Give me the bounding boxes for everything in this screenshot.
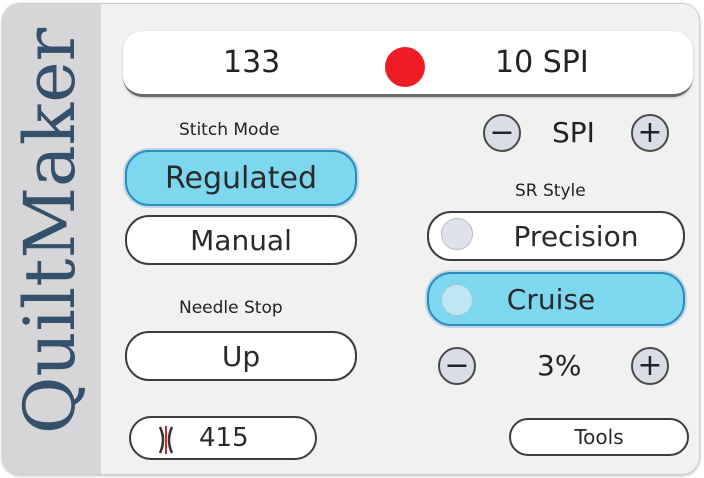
- spi-decrease-button[interactable]: −: [483, 114, 521, 152]
- sr-style-label: SR Style: [515, 181, 586, 201]
- percent-decrease-button[interactable]: −: [438, 347, 476, 385]
- plus-icon: +: [637, 348, 663, 383]
- spi-label: SPI: [552, 116, 595, 149]
- plus-icon: +: [637, 115, 663, 150]
- needle-icon: [158, 426, 174, 454]
- precision-label: Precision: [513, 219, 639, 253]
- needle-counter-value: 415: [199, 423, 249, 453]
- status-indicator-dot: [385, 47, 425, 87]
- cruise-button[interactable]: Cruise: [427, 272, 685, 326]
- needle-counter[interactable]: 415: [129, 416, 317, 460]
- minus-icon: −: [444, 348, 470, 383]
- percent-value: 3%: [537, 349, 582, 382]
- needle-stop-label: Needle Stop: [179, 298, 283, 318]
- tools-label: Tools: [574, 425, 624, 449]
- percent-increase-button[interactable]: +: [631, 347, 669, 385]
- cruise-label: Cruise: [506, 282, 596, 316]
- stitch-count: 133: [223, 45, 281, 80]
- manual-label: Manual: [190, 223, 292, 257]
- radio-indicator-icon: [441, 218, 473, 250]
- needle-stop-value: Up: [221, 339, 261, 373]
- tools-button[interactable]: Tools: [509, 418, 689, 456]
- stitch-mode-label: Stitch Mode: [179, 120, 280, 140]
- regulated-button[interactable]: Regulated: [125, 150, 357, 206]
- radio-indicator-icon: [441, 284, 473, 316]
- brand-logo: QuiltMaker: [9, 27, 91, 434]
- spi-increase-button[interactable]: +: [631, 114, 669, 152]
- manual-button[interactable]: Manual: [125, 215, 357, 265]
- status-bar: 133 10 SPI: [123, 31, 693, 97]
- regulated-label: Regulated: [165, 160, 317, 196]
- minus-icon: −: [489, 115, 515, 150]
- spi-readout: 10 SPI: [495, 45, 589, 80]
- sidebar: QuiltMaker: [3, 4, 101, 474]
- control-panel: QuiltMaker 133 10 SPI Stitch Mode Regula…: [2, 3, 700, 475]
- needle-stop-button[interactable]: Up: [125, 331, 357, 381]
- precision-button[interactable]: Precision: [427, 211, 685, 261]
